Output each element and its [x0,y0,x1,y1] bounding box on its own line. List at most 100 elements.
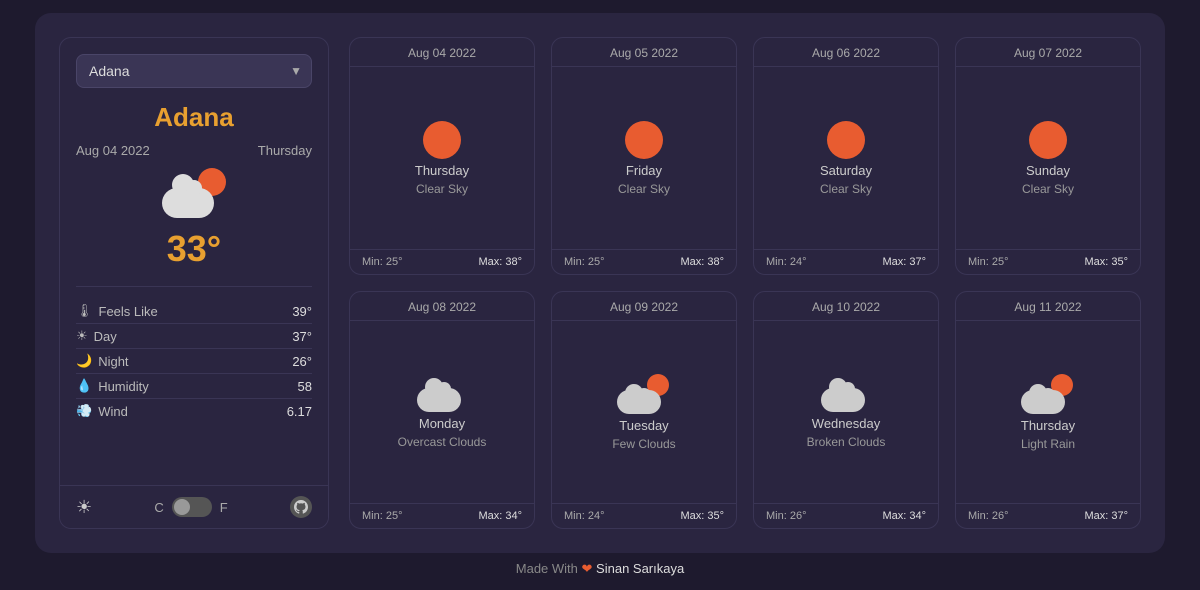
card-footer-aug06: Min: 24° Max: 37° [754,249,938,274]
card-desc-aug04: Clear Sky [416,182,468,196]
card-day-aug06: Saturday [820,163,872,178]
feels-like-value: 39° [292,304,312,319]
celsius-label: C [154,500,163,515]
min-temp-aug08: Min: 25° [362,510,402,522]
thermometer-icon: 🌡 [76,303,93,319]
max-temp-aug05: Max: 38° [680,256,724,268]
card-day-aug04: Thursday [415,163,469,178]
card-body-aug04: Thursday Clear Sky [407,67,477,249]
forecast-card-aug07: Aug 07 2022 Sunday Clear Sky Min: 25° Ma… [955,37,1141,275]
forecast-card-aug06: Aug 06 2022 Saturday Clear Sky Min: 24° … [753,37,939,275]
city-select-wrapper: Adana Istanbul Ankara Izmir ▼ [76,54,312,88]
city-select[interactable]: Adana Istanbul Ankara Izmir [76,54,312,88]
footer-text: Made With [516,561,578,576]
page-footer: Made With ❤ Sinan Sarıkaya [516,561,684,577]
card-desc-aug07: Clear Sky [1022,182,1074,196]
card-body-aug06: Saturday Clear Sky [812,67,880,249]
moon-icon: 🌙 [76,353,92,369]
day-label: ☀ Day [76,328,117,344]
sun-icon-aug05 [625,121,663,159]
main-weather-icon [76,168,312,218]
humidity-label: 💧 Humidity [76,378,149,394]
fahrenheit-label: F [220,500,228,515]
card-desc-aug09: Few Clouds [612,437,675,451]
card-desc-aug05: Clear Sky [618,182,670,196]
card-date-aug06: Aug 06 2022 [754,38,938,67]
card-date-aug05: Aug 05 2022 [552,38,736,67]
current-date: Aug 04 2022 [76,143,150,158]
card-day-aug05: Friday [626,163,662,178]
max-temp-aug09: Max: 35° [680,510,724,522]
card-desc-aug11: Light Rain [1021,437,1075,451]
card-footer-aug07: Min: 25° Max: 35° [956,249,1140,274]
city-name: Adana [76,102,312,133]
card-date-aug10: Aug 10 2022 [754,292,938,321]
left-panel: Adana Istanbul Ankara Izmir ▼ Adana Aug … [59,37,329,529]
max-temp-aug11: Max: 37° [1084,510,1128,522]
wind-value: 6.17 [287,404,312,419]
detail-night: 🌙 Night 26° [76,349,312,374]
left-footer: ☀ C F [60,485,328,528]
current-day: Thursday [258,143,312,158]
droplet-icon: 💧 [76,378,92,394]
max-temp-aug04: Max: 38° [478,256,522,268]
cloud-icon-aug08 [417,376,467,412]
min-temp-aug05: Min: 25° [564,256,604,268]
day-value: 37° [292,329,312,344]
night-label: 🌙 Night [76,353,129,369]
forecast-row-1: Aug 04 2022 Thursday Clear Sky Min: 25° … [349,37,1141,275]
card-desc-aug10: Broken Clouds [807,435,886,449]
card-day-aug10: Wednesday [812,416,880,431]
card-desc-aug08: Overcast Clouds [398,435,487,449]
card-body-aug05: Friday Clear Sky [610,67,678,249]
card-day-aug09: Tuesday [619,418,668,433]
main-temperature: 33° [76,228,312,270]
detail-humidity: 💧 Humidity 58 [76,374,312,399]
date-row: Aug 04 2022 Thursday [76,143,312,158]
card-day-aug07: Sunday [1026,163,1070,178]
few-clouds-icon-aug09 [617,374,671,414]
card-day-aug08: Monday [419,416,465,431]
card-date-aug04: Aug 04 2022 [350,38,534,67]
forecast-card-aug09: Aug 09 2022 Tuesday Few Clouds Min: 24° … [551,291,737,529]
temperature-toggle: C F [154,497,227,517]
card-desc-aug06: Clear Sky [820,182,872,196]
main-container: Adana Istanbul Ankara Izmir ▼ Adana Aug … [35,13,1165,553]
night-value: 26° [292,354,312,369]
min-temp-aug10: Min: 26° [766,510,806,522]
card-footer-aug09: Min: 24° Max: 35° [552,503,736,528]
min-temp-aug04: Min: 25° [362,256,402,268]
forecast-card-aug10: Aug 10 2022 Wednesday Broken Clouds Min:… [753,291,939,529]
min-temp-aug07: Min: 25° [968,256,1008,268]
detail-wind: 💨 Wind 6.17 [76,399,312,423]
card-footer-aug05: Min: 25° Max: 38° [552,249,736,274]
right-panel: Aug 04 2022 Thursday Clear Sky Min: 25° … [349,37,1141,529]
card-body-aug08: Monday Overcast Clouds [390,321,495,503]
card-footer-aug04: Min: 25° Max: 38° [350,249,534,274]
card-footer-aug08: Min: 25° Max: 34° [350,503,534,528]
detail-day: ☀ Day 37° [76,324,312,349]
card-day-aug11: Thursday [1021,418,1075,433]
cloud-shape [162,188,214,218]
card-body-aug09: Tuesday Few Clouds [604,321,683,503]
min-temp-aug09: Min: 24° [564,510,604,522]
forecast-row-2: Aug 08 2022 Monday Overcast Clouds Min: … [349,291,1141,529]
forecast-card-aug11: Aug 11 2022 Thursday Light Rain Min: 26°… [955,291,1141,529]
heart-icon: ❤ [582,561,597,576]
card-date-aug11: Aug 11 2022 [956,292,1140,321]
card-date-aug09: Aug 09 2022 [552,292,736,321]
sun-icon-aug04 [423,121,461,159]
forecast-card-aug05: Aug 05 2022 Friday Clear Sky Min: 25° Ma… [551,37,737,275]
card-body-aug11: Thursday Light Rain [1013,321,1083,503]
cloud-icon-aug10 [821,376,871,412]
github-icon[interactable] [290,496,312,518]
unit-toggle-switch[interactable] [172,497,212,517]
cloud-sun-icon [162,168,226,218]
min-temp-aug06: Min: 24° [766,256,806,268]
min-temp-aug11: Min: 26° [968,510,1008,522]
sun-icon-aug06 [827,121,865,159]
max-temp-aug10: Max: 34° [882,510,926,522]
footer-author: Sinan Sarıkaya [596,561,684,576]
max-temp-aug06: Max: 37° [882,256,926,268]
forecast-card-aug08: Aug 08 2022 Monday Overcast Clouds Min: … [349,291,535,529]
